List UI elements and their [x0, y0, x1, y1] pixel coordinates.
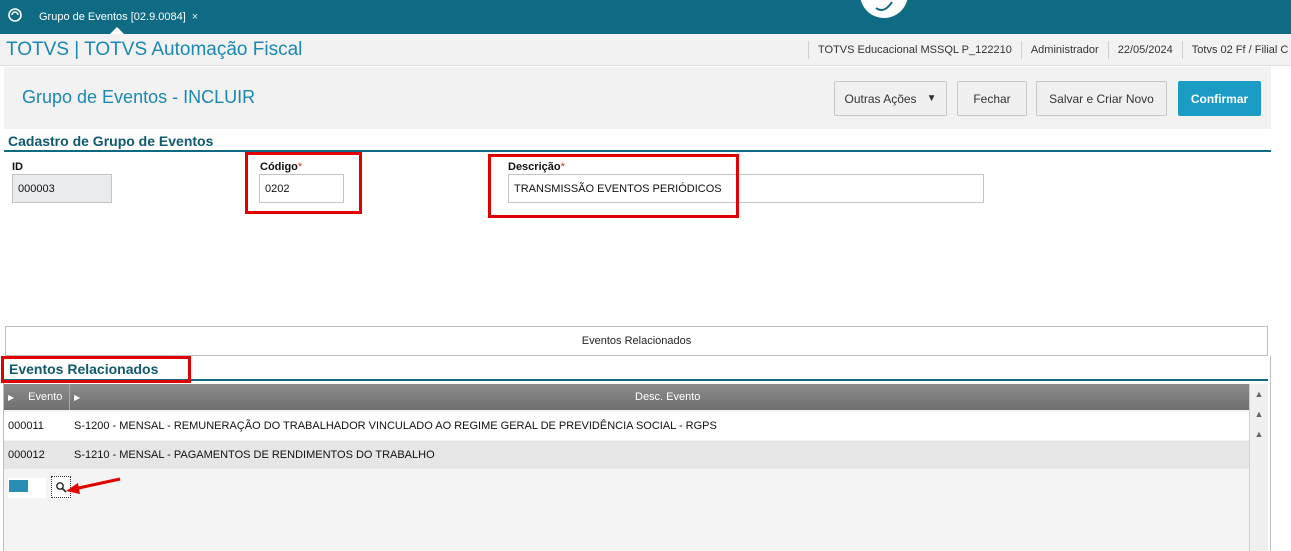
- app-title: TOTVS | TOTVS Automação Fiscal: [6, 39, 303, 60]
- cursor-marker: [9, 480, 28, 492]
- branch-label[interactable]: Totvs 02 Ff / Filial C: [1181, 41, 1291, 59]
- folder-tab-eventos-relacionados[interactable]: Eventos Relacionados: [5, 326, 1268, 356]
- row-pointer-icon: ▶: [8, 392, 15, 402]
- home-circle-icon: [8, 8, 22, 22]
- date-label[interactable]: 22/05/2024: [1107, 41, 1182, 59]
- section-divider-eventos: [4, 379, 1268, 381]
- table-row[interactable]: 000012 S-1210 - MENSAL - PAGAMENTOS DE R…: [4, 441, 1250, 469]
- environment-label[interactable]: TOTVS Educacional MSSQL P_122210: [808, 41, 1021, 59]
- tab-label: Grupo de Eventos [02.9.0084]: [39, 11, 186, 23]
- scroll-top-icon[interactable]: ▲: [1250, 386, 1268, 402]
- highlight-description: [488, 154, 739, 218]
- page-header: Grupo de Eventos - INCLUIR Outras Ações …: [4, 67, 1271, 129]
- cell-evento: 000012: [8, 449, 45, 461]
- scroll-page-up-icon[interactable]: ▲: [1250, 406, 1268, 422]
- top-tab-bar: Grupo de Eventos [02.9.0084] ×: [0, 0, 1291, 34]
- page-title: Grupo de Eventos - INCLUIR: [22, 87, 256, 107]
- highlight-eventos-title: [1, 356, 191, 383]
- tab-close-icon[interactable]: ×: [192, 11, 198, 23]
- events-grid: ▶ Evento ▶ Desc. Evento 000011 S-1200 - …: [3, 384, 1250, 551]
- section-title-cadastro: Cadastro de Grupo de Eventos: [8, 133, 214, 149]
- cell-desc-evento: S-1210 - MENSAL - PAGAMENTOS DE RENDIMEN…: [74, 449, 435, 461]
- row-pointer-icon: ▶: [74, 392, 81, 402]
- cell-desc-evento: S-1200 - MENSAL - REMUNERAÇÃO DO TRABALH…: [74, 420, 717, 432]
- active-tab-pointer: [110, 27, 124, 34]
- highlight-code: [245, 152, 362, 214]
- confirm-button[interactable]: Confirmar: [1178, 81, 1261, 116]
- section-divider: [4, 150, 1271, 152]
- cell-evento: 000011: [8, 420, 44, 432]
- id-label: ID: [12, 161, 23, 173]
- scroll-up-icon[interactable]: ▲: [1250, 426, 1268, 442]
- more-actions-label: Outras Ações: [844, 91, 917, 106]
- more-actions-button[interactable]: Outras Ações ▼: [834, 81, 947, 116]
- grid-header: ▶ Evento ▶ Desc. Evento: [4, 384, 1250, 410]
- column-header-desc-evento[interactable]: ▶ Desc. Evento: [70, 384, 1250, 410]
- app-info: TOTVS Educacional MSSQL P_122210 Adminis…: [808, 34, 1291, 66]
- app-header: TOTVS | TOTVS Automação Fiscal TOTVS Edu…: [0, 34, 1291, 66]
- save-and-new-button[interactable]: Salvar e Criar Novo: [1036, 81, 1167, 116]
- table-row[interactable]: 000011 S-1200 - MENSAL - REMUNERAÇÃO DO …: [4, 412, 1250, 440]
- close-button[interactable]: Fechar: [957, 81, 1027, 116]
- home-button[interactable]: [0, 0, 30, 30]
- column-header-evento[interactable]: ▶ Evento: [4, 384, 70, 410]
- caret-down-icon: ▼: [926, 93, 937, 104]
- user-label[interactable]: Administrador: [1020, 41, 1108, 59]
- chat-bubble-icon: [875, 1, 893, 11]
- id-field: 000003: [12, 174, 112, 203]
- chat-button[interactable]: [860, 0, 908, 18]
- red-arrow-icon: [66, 477, 121, 494]
- grid-scrollbar[interactable]: ▲ ▲ ▲: [1249, 384, 1268, 551]
